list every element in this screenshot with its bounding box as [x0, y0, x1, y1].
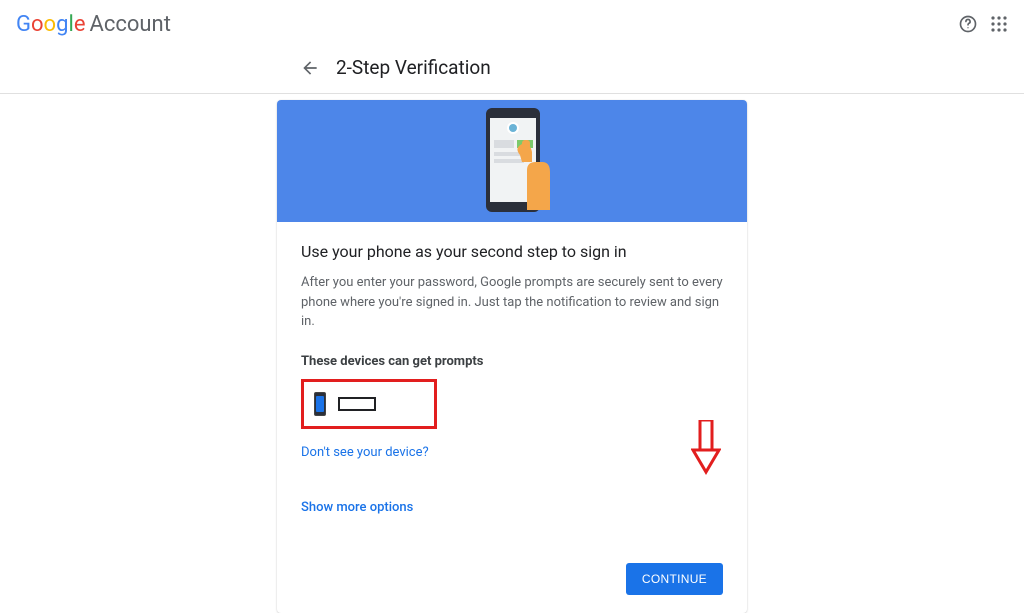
- brand-logo: Google Account: [16, 12, 171, 37]
- phone-icon: [314, 392, 326, 416]
- google-logotype: Google: [16, 12, 85, 37]
- card-description: After you enter your password, Google pr…: [301, 273, 723, 332]
- hero-illustration: [277, 100, 747, 222]
- devices-heading: These devices can get prompts: [301, 354, 723, 369]
- card-title: Use your phone as your second step to si…: [301, 242, 723, 261]
- help-icon[interactable]: [958, 14, 978, 34]
- device-prompt-row: [301, 379, 437, 429]
- dont-see-device-link[interactable]: Don't see your device?: [301, 445, 429, 460]
- page-title: 2-Step Verification: [336, 56, 491, 79]
- subheader: 2-Step Verification: [0, 48, 1024, 93]
- global-header: Google Account: [0, 0, 1024, 48]
- brand-suffix: Account: [89, 12, 170, 37]
- setup-card: Use your phone as your second step to si…: [277, 100, 747, 613]
- continue-button[interactable]: CONTINUE: [626, 563, 723, 595]
- show-more-options-link[interactable]: Show more options: [301, 500, 413, 515]
- back-arrow-icon[interactable]: [300, 58, 320, 78]
- device-name-placeholder: [338, 397, 376, 411]
- annotation-arrow-icon: [691, 420, 721, 476]
- apps-grid-icon[interactable]: [990, 15, 1008, 33]
